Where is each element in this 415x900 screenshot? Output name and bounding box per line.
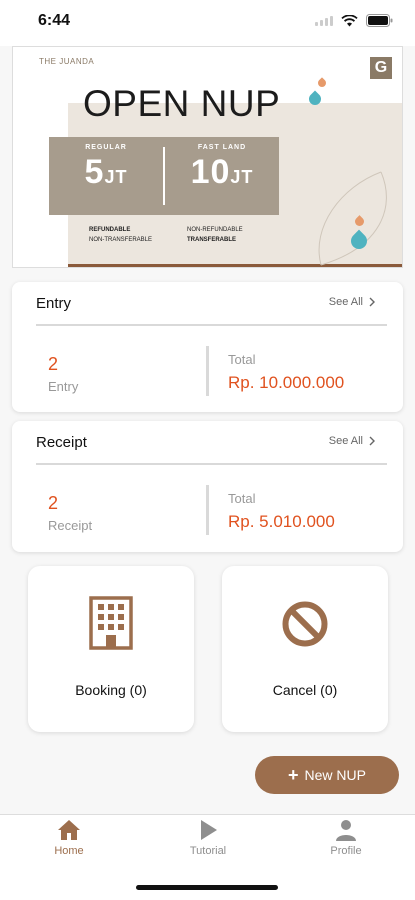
receipt-title: Receipt [36,434,87,451]
price-box: REGULAR 5JT FAST LAND 10JT [49,137,279,215]
fastland-price: FAST LAND 10JT [165,137,279,215]
regular-value: 5JT [84,153,128,191]
plus-icon: + [288,764,299,785]
regular-label: REGULAR [85,144,127,151]
receipt-see-all-link[interactable]: See All [329,435,375,447]
developer-logo: G [370,57,392,79]
orange-drop-decoration [316,77,328,89]
fastland-label: FAST LAND [197,144,247,151]
prohibited-icon [282,601,328,647]
receipt-divider [36,463,387,465]
entry-vertical-divider [206,346,209,396]
banner-title: OPEN NUP [83,83,281,124]
booking-label: Booking (0) [75,682,147,698]
building-icon [89,596,133,650]
cancel-tile[interactable]: Cancel (0) [222,566,388,732]
wifi-icon [341,14,358,26]
promo-banner[interactable]: THE JUANDA G OPEN NUP REGULAR 5JT FAST L… [12,46,403,268]
nav-tutorial[interactable]: Tutorial [163,819,253,857]
fastland-value: 10JT [190,153,254,191]
receipt-total-value: Rp. 5.010.000 [228,512,335,531]
receipt-count: 2 [48,493,59,513]
entry-see-all-link[interactable]: See All [329,296,375,308]
entry-count-label: Entry [48,379,79,394]
status-icons [315,14,393,27]
entry-card: Entry See All 2 Entry Total Rp. 10.000.0… [12,282,403,412]
status-bar: 6:44 [0,0,415,46]
cellular-signal-icon [315,15,333,26]
entry-count: 2 [48,354,59,374]
leaf-outline-decoration [318,171,387,266]
status-time: 6:44 [38,12,71,29]
battery-icon [366,14,393,27]
booking-tile[interactable]: Booking (0) [28,566,194,732]
chevron-right-icon [369,436,375,446]
home-indicator[interactable] [136,885,278,890]
nav-home[interactable]: Home [24,819,114,857]
fastland-terms: NON-REFUNDABLE TRANSFERABLE [187,227,243,243]
entry-title: Entry [36,295,72,312]
receipt-total-label: Total [228,491,256,506]
entry-total-value: Rp. 10.000.000 [228,373,345,392]
nav-tutorial-label: Tutorial [189,845,227,857]
banner-brand: THE JUANDA [39,57,95,66]
cancel-label: Cancel (0) [272,682,338,698]
person-icon [336,820,356,841]
entry-total-label: Total [228,352,256,367]
entry-divider [36,324,387,326]
play-icon [201,820,217,840]
nav-home-label: Home [54,845,84,857]
home-icon [58,820,80,840]
receipt-count-label: Receipt [48,518,93,533]
regular-price: REGULAR 5JT [49,137,163,215]
chevron-right-icon [369,297,375,307]
receipt-card: Receipt See All 2 Receipt Total Rp. 5.01… [12,421,403,552]
nav-profile[interactable]: Profile [301,819,391,857]
regular-terms: REFUNDABLE NON-TRANSFERABLE [89,227,153,243]
new-nup-label: New NUP [304,767,366,783]
receipt-vertical-divider [206,485,209,535]
nav-profile-label: Profile [330,845,362,857]
new-nup-button[interactable]: + New NUP [255,756,399,794]
